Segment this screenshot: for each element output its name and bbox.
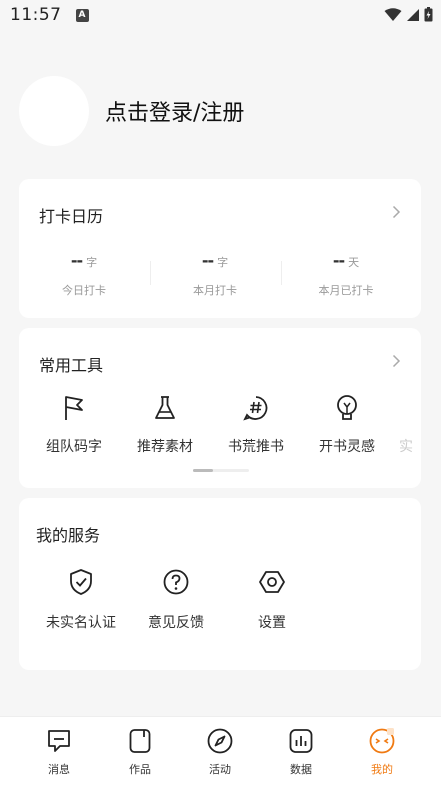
stat-month-value: --: [201, 251, 214, 270]
service-label: 设置: [258, 615, 286, 631]
tool-partial[interactable]: 实: [393, 394, 421, 456]
stat-today-unit: 字: [86, 256, 98, 269]
my-services-card: 我的服务 未实名认证 意见反馈 设置: [19, 498, 421, 670]
works-icon: [129, 729, 151, 753]
tool-team-writing[interactable]: 组队码字: [29, 394, 119, 456]
notification-a-icon: A: [75, 8, 89, 22]
services-title: 我的服务: [36, 526, 101, 545]
service-label: 未实名认证: [46, 615, 116, 631]
help-circle-icon: [163, 569, 189, 595]
tool-label: 实: [399, 439, 413, 455]
nav-label: 消息: [48, 763, 70, 776]
scroll-thumb: [193, 469, 213, 472]
stat-days-unit: 天: [348, 256, 360, 269]
service-settings[interactable]: 设置: [222, 568, 322, 632]
service-real-name-auth[interactable]: 未实名认证: [31, 568, 131, 632]
stat-days-value: --: [332, 251, 345, 270]
login-register-link[interactable]: 点击登录/注册: [105, 95, 244, 127]
stat-month-label: 本月打卡: [193, 284, 237, 297]
tool-label: 书荒推书: [228, 439, 284, 455]
chart-icon: [289, 729, 313, 753]
stat-today-label: 今日打卡: [62, 284, 106, 297]
battery-icon: [424, 7, 433, 22]
nav-label: 活动: [209, 763, 231, 776]
message-icon: [48, 730, 70, 752]
wifi-icon: [384, 7, 402, 21]
bottom-nav: 消息 作品 活动 数据 我的: [0, 716, 441, 785]
checkin-calendar-card[interactable]: 打卡日历 -- 字 今日打卡 -- 字 本月打卡 -- 天 本月已打卡: [19, 179, 421, 318]
nav-label: 作品: [129, 763, 151, 776]
tool-label: 组队码字: [46, 439, 102, 455]
stat-days-label: 本月已打卡: [318, 284, 374, 297]
status-icons: [384, 7, 433, 22]
settings-hexagon-icon: [259, 571, 285, 593]
service-feedback[interactable]: 意见反馈: [126, 568, 226, 632]
lightbulb-icon: [337, 395, 357, 420]
stat-days: -- 天 本月已打卡: [281, 251, 411, 298]
tools-title: 常用工具: [39, 356, 104, 375]
chevron-right-icon[interactable]: [392, 205, 401, 219]
stat-today-value: --: [70, 251, 83, 270]
hashtag-bubble-icon: [243, 396, 268, 421]
common-tools-card: 常用工具 组队码字 推荐素材 书荒推书 开书灵感 实: [19, 328, 421, 488]
nav-label: 数据: [290, 763, 312, 776]
flask-icon: [155, 396, 175, 419]
nav-works[interactable]: 作品: [110, 727, 170, 777]
nav-activities[interactable]: 活动: [190, 727, 250, 777]
service-label: 意见反馈: [148, 615, 204, 631]
checkin-title: 打卡日历: [39, 207, 104, 226]
nav-messages[interactable]: 消息: [29, 727, 89, 777]
status-bar: 11:57 A: [0, 0, 441, 30]
chevron-right-icon[interactable]: [392, 354, 401, 368]
flag-icon: [65, 396, 83, 420]
tools-scroll-indicator: [193, 469, 249, 472]
tool-writing-inspiration[interactable]: 开书灵感: [302, 394, 392, 456]
nav-label: 我的: [371, 763, 393, 776]
stat-month-unit: 字: [217, 256, 229, 269]
nav-mine[interactable]: 我的: [352, 727, 412, 777]
compass-icon: [207, 728, 233, 754]
cellular-signal-icon: [407, 8, 419, 21]
profile-face-icon: [369, 728, 395, 754]
nav-data[interactable]: 数据: [271, 727, 331, 777]
avatar[interactable]: [19, 76, 89, 146]
tool-book-recommendation[interactable]: 书荒推书: [211, 394, 301, 456]
shield-check-icon: [70, 569, 92, 595]
tool-recommended-material[interactable]: 推荐素材: [120, 394, 210, 456]
tool-label: 推荐素材: [137, 439, 193, 455]
status-time: 11:57: [10, 5, 62, 25]
tool-label: 开书灵感: [319, 439, 375, 455]
stat-month: -- 字 本月打卡: [150, 251, 280, 298]
profile-login[interactable]: 点击登录/注册: [19, 76, 244, 146]
stat-today: -- 字 今日打卡: [19, 251, 149, 298]
